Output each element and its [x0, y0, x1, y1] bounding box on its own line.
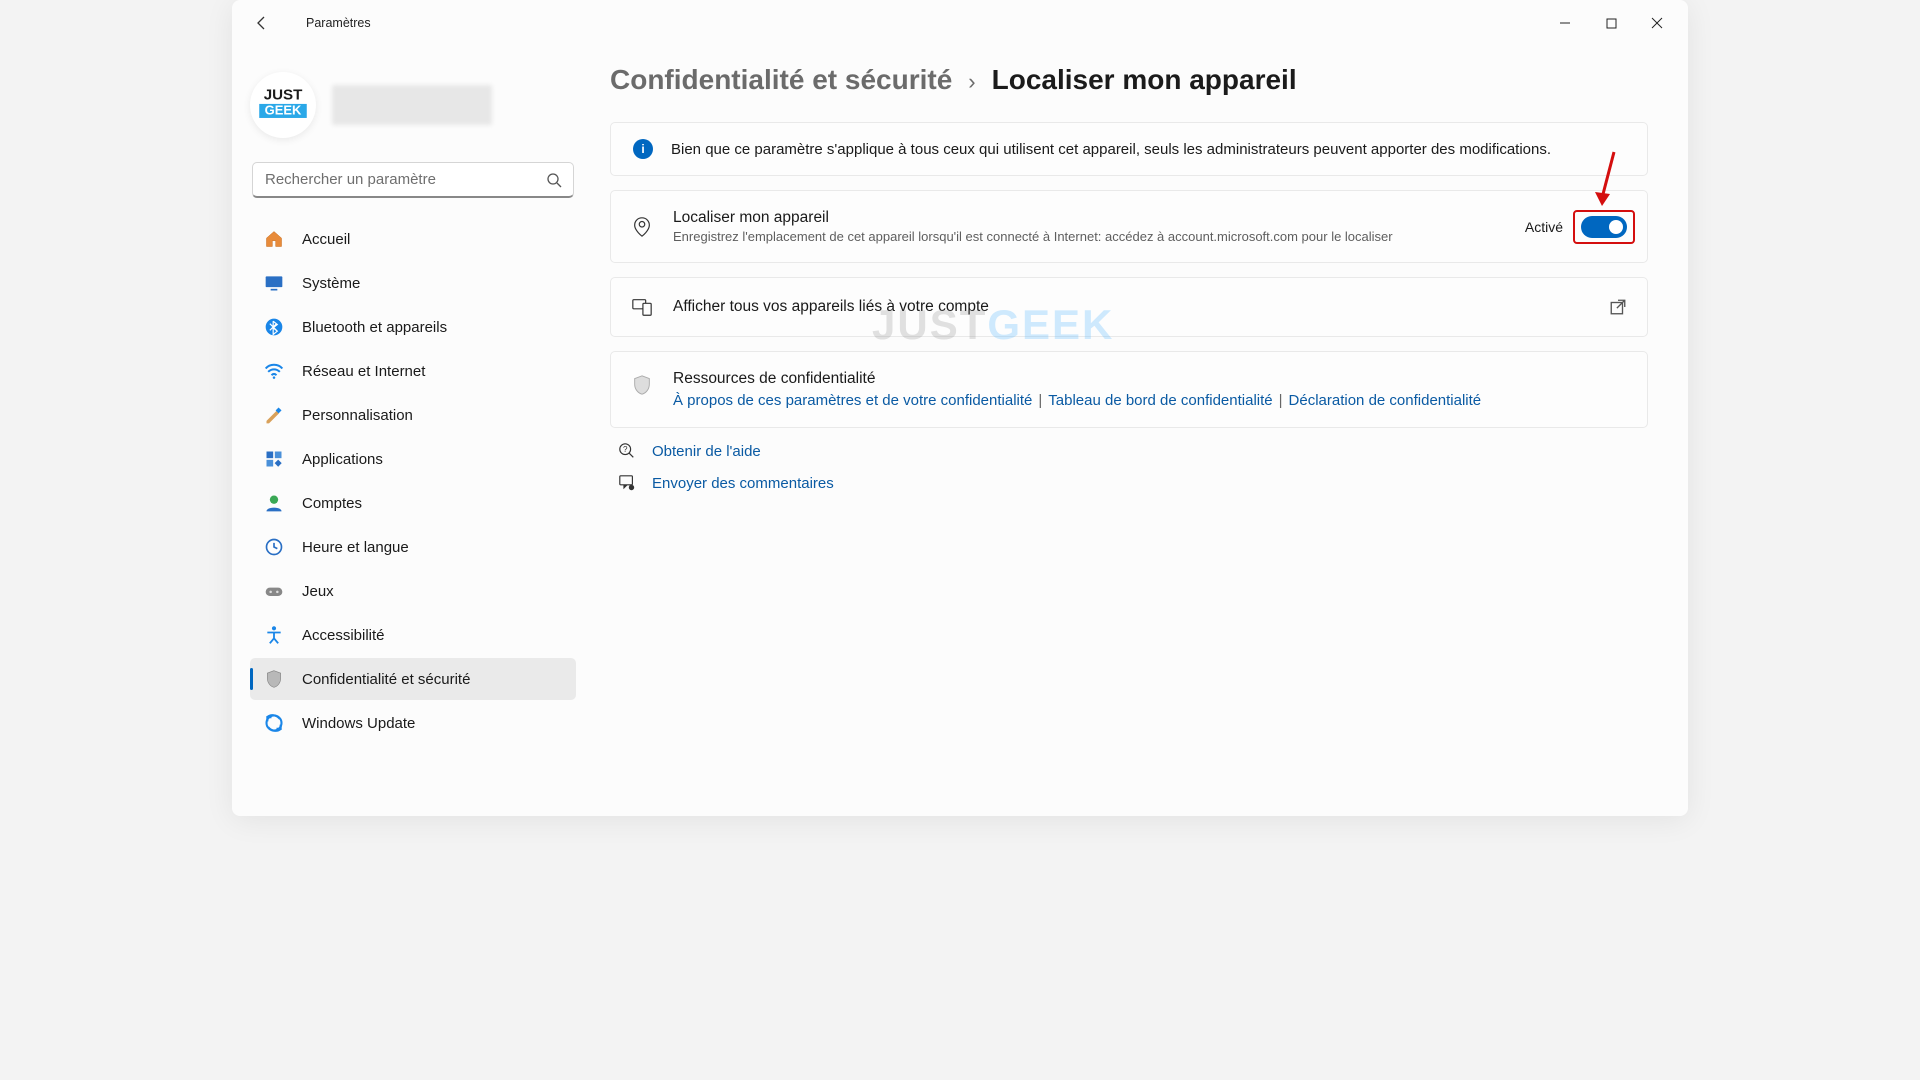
- svg-text:?: ?: [623, 445, 628, 454]
- breadcrumb-separator: ›: [968, 69, 975, 95]
- resource-link-about[interactable]: À propos de ces paramètres et de votre c…: [673, 392, 1032, 409]
- close-button[interactable]: [1634, 6, 1680, 40]
- feedback-icon: [618, 474, 636, 492]
- nav-menu: Accueil Système Bluetooth et appareils Rése…: [250, 218, 576, 744]
- sidebar-item-label: Personnalisation: [302, 407, 413, 424]
- setting-title: Localiser mon appareil: [673, 209, 1505, 227]
- bluetooth-icon: [264, 317, 284, 337]
- sidebar-item-label: Confidentialité et sécurité: [302, 671, 470, 688]
- sidebar-item-label: Bluetooth et appareils: [302, 319, 447, 336]
- maximize-icon: [1606, 18, 1617, 29]
- apps-icon: [264, 449, 284, 469]
- linked-devices-label: Afficher tous vos appareils liés à votre…: [673, 298, 1589, 316]
- sidebar-item-apps[interactable]: Applications: [250, 438, 576, 480]
- toggle-state-label: Activé: [1525, 219, 1563, 235]
- sidebar-item-privacy[interactable]: Confidentialité et sécurité: [250, 658, 576, 700]
- info-banner-text: Bien que ce paramètre s'applique à tous …: [671, 141, 1551, 158]
- privacy-icon: [264, 669, 284, 689]
- sidebar-item-label: Réseau et Internet: [302, 363, 425, 380]
- home-icon: [264, 229, 284, 249]
- minimize-icon: [1559, 17, 1571, 29]
- title-bar: Paramètres: [232, 0, 1688, 46]
- sidebar-item-system[interactable]: Système: [250, 262, 576, 304]
- sidebar-item-home[interactable]: Accueil: [250, 218, 576, 260]
- linked-devices-card[interactable]: Afficher tous vos appareils liés à votre…: [610, 277, 1648, 337]
- shield-icon: [631, 374, 653, 396]
- resources-title: Ressources de confidentialité: [673, 370, 1481, 388]
- page-title: Localiser mon appareil: [992, 64, 1297, 96]
- arrow-left-icon: [254, 15, 270, 31]
- avatar: JUST GEEK: [250, 72, 316, 138]
- annotation-highlight: [1573, 210, 1635, 244]
- user-name-redacted: [332, 85, 492, 125]
- search-icon: [546, 172, 562, 188]
- info-banner: i Bien que ce paramètre s'applique à tou…: [610, 122, 1648, 176]
- sidebar-item-gaming[interactable]: Jeux: [250, 570, 576, 612]
- help-link-row: ? Obtenir de l'aide: [618, 442, 1648, 460]
- accounts-icon: [264, 493, 284, 513]
- sidebar-item-label: Heure et langue: [302, 539, 409, 556]
- system-icon: [264, 273, 284, 293]
- feedback-link-row: Envoyer des commentaires: [618, 474, 1648, 492]
- resources-links: À propos de ces paramètres et de votre c…: [673, 392, 1481, 409]
- sidebar-item-time[interactable]: Heure et langue: [250, 526, 576, 568]
- back-button[interactable]: [254, 15, 270, 31]
- resource-link-dashboard[interactable]: Tableau de bord de confidentialité: [1048, 392, 1272, 409]
- minimize-button[interactable]: [1542, 6, 1588, 40]
- help-icon: ?: [618, 442, 636, 460]
- sidebar-item-personalization[interactable]: Personnalisation: [250, 394, 576, 436]
- close-icon: [1651, 17, 1663, 29]
- user-profile-row[interactable]: JUST GEEK: [250, 72, 576, 138]
- sidebar-item-network[interactable]: Réseau et Internet: [250, 350, 576, 392]
- privacy-resources-card: Ressources de confidentialité À propos d…: [610, 351, 1648, 428]
- external-link-icon: [1609, 298, 1627, 316]
- breadcrumb: Confidentialité et sécurité › Localiser …: [610, 64, 1648, 96]
- sidebar-item-label: Système: [302, 275, 360, 292]
- resource-link-statement[interactable]: Déclaration de confidentialité: [1289, 392, 1482, 409]
- sidebar-item-bluetooth[interactable]: Bluetooth et appareils: [250, 306, 576, 348]
- sidebar-item-label: Comptes: [302, 495, 362, 512]
- setting-description: Enregistrez l'emplacement de cet apparei…: [673, 229, 1505, 244]
- sidebar-item-label: Applications: [302, 451, 383, 468]
- find-my-device-card: Localiser mon appareil Enregistrez l'emp…: [610, 190, 1648, 263]
- main-content: Confidentialité et sécurité › Localiser …: [592, 46, 1688, 816]
- sidebar: JUST GEEK Accueil Système Bluetooth et app…: [232, 46, 592, 816]
- window-title: Paramètres: [306, 16, 371, 30]
- search-input[interactable]: [252, 162, 574, 198]
- network-icon: [264, 361, 284, 381]
- accessibility-icon: [264, 625, 284, 645]
- info-icon: i: [633, 139, 653, 159]
- maximize-button[interactable]: [1588, 6, 1634, 40]
- search-field[interactable]: [252, 162, 574, 198]
- sidebar-item-update[interactable]: Windows Update: [250, 702, 576, 744]
- sidebar-item-label: Jeux: [302, 583, 334, 600]
- breadcrumb-parent[interactable]: Confidentialité et sécurité: [610, 64, 952, 96]
- svg-text:JUST: JUST: [264, 87, 303, 104]
- sidebar-item-accessibility[interactable]: Accessibilité: [250, 614, 576, 656]
- settings-window: Paramètres JUST GEEK: [232, 0, 1688, 816]
- location-pin-icon: [631, 216, 653, 238]
- time-icon: [264, 537, 284, 557]
- svg-text:GEEK: GEEK: [265, 103, 302, 118]
- gaming-icon: [264, 581, 284, 601]
- sidebar-item-accounts[interactable]: Comptes: [250, 482, 576, 524]
- sidebar-item-label: Accueil: [302, 231, 350, 248]
- personalization-icon: [264, 405, 284, 425]
- logo-icon: JUST GEEK: [256, 78, 310, 132]
- send-feedback-link[interactable]: Envoyer des commentaires: [652, 475, 834, 492]
- get-help-link[interactable]: Obtenir de l'aide: [652, 443, 761, 460]
- sidebar-item-label: Windows Update: [302, 715, 415, 732]
- sidebar-item-label: Accessibilité: [302, 627, 385, 644]
- update-icon: [264, 713, 284, 733]
- devices-icon: [631, 296, 653, 318]
- find-my-device-toggle[interactable]: [1581, 216, 1627, 238]
